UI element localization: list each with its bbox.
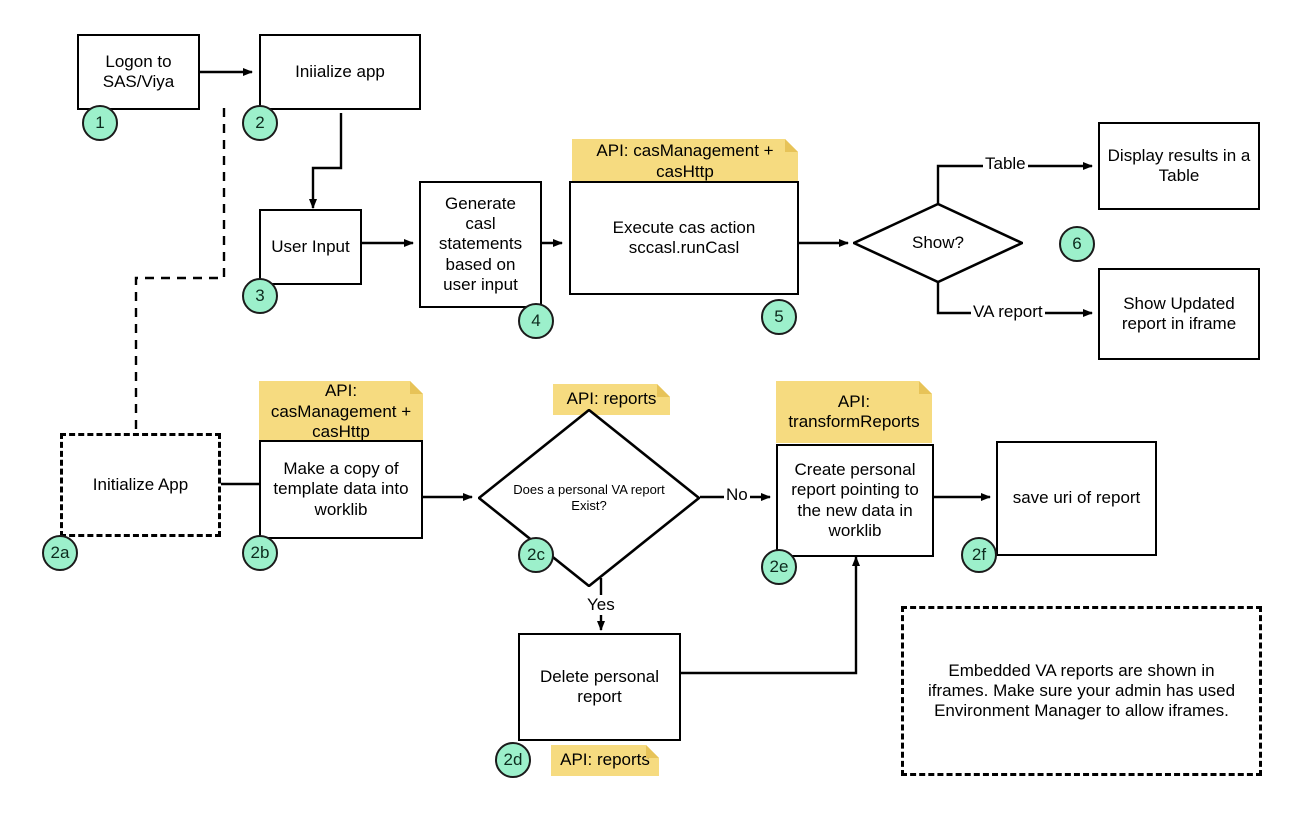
note-api-casmanagement-cashttp-copy: API: casManagement + casHttp [259, 381, 423, 443]
note-fold-icon [646, 745, 659, 758]
node-delete-personal-report[interactable]: Delete personal report [518, 633, 681, 741]
edge-label-no: No [724, 485, 750, 505]
node-user-input[interactable]: User Input [259, 209, 362, 285]
badge-step-1: 1 [82, 105, 118, 141]
note-api-transformreports: API: transformReports [776, 381, 932, 443]
note-fold-icon [919, 381, 932, 394]
badge-step-2f: 2f [961, 537, 997, 573]
node-make-copy-template[interactable]: Make a copy of template data into workli… [259, 440, 423, 539]
node-iframe-warning: Embedded VA reports are shown in iframes… [901, 606, 1262, 776]
badge-step-5: 5 [761, 299, 797, 335]
badge-step-2e: 2e [761, 549, 797, 585]
node-save-uri[interactable]: save uri of report [996, 441, 1157, 556]
node-initialize-app-2a[interactable]: Initialize App [60, 433, 221, 537]
badge-step-2c: 2c [518, 537, 554, 573]
node-execute-cas-action[interactable]: Execute cas action sccasl.runCasl [569, 181, 799, 295]
note-fold-icon [410, 381, 423, 394]
badge-step-2d: 2d [495, 742, 531, 778]
edge-init-to-userinput [309, 113, 343, 209]
badge-step-6: 6 [1059, 226, 1095, 262]
node-logon[interactable]: Logon to SAS/Viya [77, 34, 200, 110]
node-create-personal-report[interactable]: Create personal report pointing to the n… [776, 444, 934, 557]
badge-step-2: 2 [242, 105, 278, 141]
node-display-results-table[interactable]: Display results in a Table [1098, 122, 1260, 210]
node-generate-casl[interactable]: Generate casl statements based on user i… [419, 181, 542, 308]
flowchart-canvas: Logon to SAS/Viya Iniialize app User Inp… [0, 0, 1305, 820]
node-show-updated-iframe[interactable]: Show Updated report in iframe [1098, 268, 1260, 360]
note-fold-icon [785, 139, 798, 152]
edge-label-yes: Yes [585, 595, 617, 615]
badge-step-3: 3 [242, 278, 278, 314]
edge-label-va-report: VA report [971, 302, 1045, 322]
badge-step-2a: 2a [42, 535, 78, 571]
node-initialize-app-step2[interactable]: Iniialize app [259, 34, 421, 110]
note-api-reports-delete: API: reports [551, 745, 659, 776]
edge-label-table: Table [983, 154, 1028, 174]
badge-step-2b: 2b [242, 535, 278, 571]
decision-show-label: Show? [912, 232, 964, 252]
edge-init-ref-to-initializeapp [134, 108, 226, 432]
decision-report-exists-label: Does a personal VA report Exist? [513, 482, 665, 513]
note-api-casmanagement-cashttp-exec: API: casManagement + casHttp [572, 139, 798, 184]
badge-step-4: 4 [518, 303, 554, 339]
note-fold-icon [657, 384, 670, 397]
